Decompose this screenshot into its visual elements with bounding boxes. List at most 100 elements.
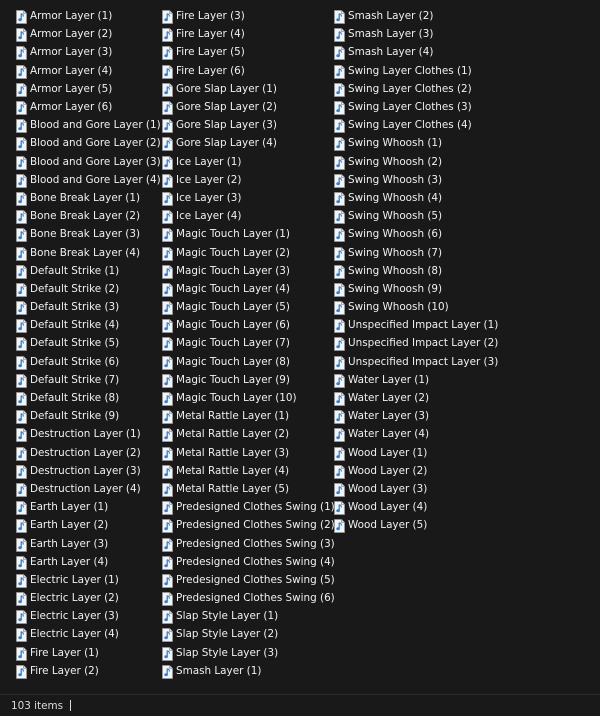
file-item[interactable]: Magic Touch Layer (5)	[162, 298, 335, 316]
file-item[interactable]: Metal Rattle Layer (5)	[162, 480, 335, 498]
file-list-view[interactable]: Armor Layer (1) Armor Layer (2) Armor Laye…	[0, 0, 600, 694]
file-item[interactable]: Default Strike (7)	[16, 371, 161, 389]
file-item[interactable]: Smash Layer (2)	[334, 7, 498, 25]
file-item[interactable]: Swing Whoosh (2)	[334, 153, 498, 171]
file-item[interactable]: Fire Layer (6)	[162, 62, 335, 80]
file-item[interactable]: Default Strike (9)	[16, 407, 161, 425]
file-item[interactable]: Ice Layer (3)	[162, 189, 335, 207]
file-item[interactable]: Predesigned Clothes Swing (2)	[162, 516, 335, 534]
file-item[interactable]: Destruction Layer (3)	[16, 462, 161, 480]
file-item[interactable]: Water Layer (2)	[334, 389, 498, 407]
file-item[interactable]: Magic Touch Layer (10)	[162, 389, 335, 407]
file-item[interactable]: Destruction Layer (2)	[16, 444, 161, 462]
file-item[interactable]: Swing Whoosh (9)	[334, 280, 498, 298]
file-item[interactable]: Magic Touch Layer (4)	[162, 280, 335, 298]
file-item[interactable]: Electric Layer (4)	[16, 625, 161, 643]
file-item[interactable]: Metal Rattle Layer (1)	[162, 407, 335, 425]
file-item[interactable]: Slap Style Layer (2)	[162, 625, 335, 643]
file-item[interactable]: Magic Touch Layer (3)	[162, 262, 335, 280]
file-item[interactable]: Gore Slap Layer (4)	[162, 134, 335, 152]
file-item[interactable]: Water Layer (1)	[334, 371, 498, 389]
file-item[interactable]: Magic Touch Layer (7)	[162, 334, 335, 352]
file-item[interactable]: Gore Slap Layer (3)	[162, 116, 335, 134]
file-item[interactable]: Smash Layer (1)	[162, 662, 335, 680]
file-item[interactable]: Default Strike (1)	[16, 262, 161, 280]
file-item[interactable]: Default Strike (6)	[16, 353, 161, 371]
file-item[interactable]: Destruction Layer (1)	[16, 425, 161, 443]
file-item[interactable]: Fire Layer (1)	[16, 644, 161, 662]
file-item[interactable]: Smash Layer (4)	[334, 43, 498, 61]
file-item[interactable]: Electric Layer (2)	[16, 589, 161, 607]
file-item[interactable]: Smash Layer (3)	[334, 25, 498, 43]
file-item[interactable]: Unspecified Impact Layer (1)	[334, 316, 498, 334]
file-item[interactable]: Water Layer (4)	[334, 425, 498, 443]
file-item[interactable]: Magic Touch Layer (2)	[162, 243, 335, 261]
file-item[interactable]: Bone Break Layer (4)	[16, 243, 161, 261]
file-item[interactable]: Swing Layer Clothes (3)	[334, 98, 498, 116]
file-item[interactable]: Swing Whoosh (5)	[334, 207, 498, 225]
file-item[interactable]: Armor Layer (4)	[16, 62, 161, 80]
file-item[interactable]: Bone Break Layer (3)	[16, 225, 161, 243]
file-item[interactable]: Armor Layer (1)	[16, 7, 161, 25]
file-item[interactable]: Metal Rattle Layer (4)	[162, 462, 335, 480]
file-item[interactable]: Fire Layer (2)	[16, 662, 161, 680]
file-item[interactable]: Slap Style Layer (3)	[162, 644, 335, 662]
file-item[interactable]: Metal Rattle Layer (2)	[162, 425, 335, 443]
file-item[interactable]: Predesigned Clothes Swing (6)	[162, 589, 335, 607]
file-item[interactable]: Wood Layer (5)	[334, 516, 498, 534]
file-item[interactable]: Predesigned Clothes Swing (4)	[162, 553, 335, 571]
file-item[interactable]: Bone Break Layer (2)	[16, 207, 161, 225]
file-item[interactable]: Default Strike (5)	[16, 334, 161, 352]
file-item[interactable]: Ice Layer (4)	[162, 207, 335, 225]
file-item[interactable]: Blood and Gore Layer (3)	[16, 153, 161, 171]
file-item[interactable]: Gore Slap Layer (2)	[162, 98, 335, 116]
file-item[interactable]: Ice Layer (2)	[162, 171, 335, 189]
file-item[interactable]: Destruction Layer (4)	[16, 480, 161, 498]
file-item[interactable]: Swing Whoosh (6)	[334, 225, 498, 243]
file-item[interactable]: Blood and Gore Layer (2)	[16, 134, 161, 152]
file-item[interactable]: Swing Whoosh (4)	[334, 189, 498, 207]
file-item[interactable]: Swing Layer Clothes (1)	[334, 62, 498, 80]
file-item[interactable]: Unspecified Impact Layer (2)	[334, 334, 498, 352]
file-item[interactable]: Armor Layer (5)	[16, 80, 161, 98]
file-item[interactable]: Default Strike (4)	[16, 316, 161, 334]
file-item[interactable]: Swing Whoosh (3)	[334, 171, 498, 189]
file-item[interactable]: Swing Whoosh (10)	[334, 298, 498, 316]
file-item[interactable]: Blood and Gore Layer (1)	[16, 116, 161, 134]
file-item[interactable]: Armor Layer (3)	[16, 43, 161, 61]
file-item[interactable]: Earth Layer (2)	[16, 516, 161, 534]
file-item[interactable]: Electric Layer (1)	[16, 571, 161, 589]
file-item[interactable]: Fire Layer (5)	[162, 43, 335, 61]
file-item[interactable]: Electric Layer (3)	[16, 607, 161, 625]
file-item[interactable]: Magic Touch Layer (9)	[162, 371, 335, 389]
file-item[interactable]: Default Strike (8)	[16, 389, 161, 407]
file-item[interactable]: Earth Layer (4)	[16, 553, 161, 571]
file-item[interactable]: Magic Touch Layer (6)	[162, 316, 335, 334]
file-item[interactable]: Blood and Gore Layer (4)	[16, 171, 161, 189]
file-item[interactable]: Fire Layer (4)	[162, 25, 335, 43]
file-item[interactable]: Earth Layer (1)	[16, 498, 161, 516]
file-item[interactable]: Earth Layer (3)	[16, 534, 161, 552]
file-item[interactable]: Wood Layer (4)	[334, 498, 498, 516]
file-item[interactable]: Slap Style Layer (1)	[162, 607, 335, 625]
file-item[interactable]: Wood Layer (1)	[334, 444, 498, 462]
file-item[interactable]: Swing Whoosh (8)	[334, 262, 498, 280]
file-item[interactable]: Fire Layer (3)	[162, 7, 335, 25]
file-item[interactable]: Predesigned Clothes Swing (5)	[162, 571, 335, 589]
file-item[interactable]: Swing Layer Clothes (4)	[334, 116, 498, 134]
file-item[interactable]: Bone Break Layer (1)	[16, 189, 161, 207]
file-item[interactable]: Water Layer (3)	[334, 407, 498, 425]
file-item[interactable]: Ice Layer (1)	[162, 153, 335, 171]
file-item[interactable]: Predesigned Clothes Swing (3)	[162, 534, 335, 552]
file-item[interactable]: Swing Whoosh (7)	[334, 243, 498, 261]
file-item[interactable]: Magic Touch Layer (1)	[162, 225, 335, 243]
file-item[interactable]: Default Strike (2)	[16, 280, 161, 298]
file-item[interactable]: Swing Whoosh (1)	[334, 134, 498, 152]
file-item[interactable]: Predesigned Clothes Swing (1)	[162, 498, 335, 516]
file-item[interactable]: Unspecified Impact Layer (3)	[334, 353, 498, 371]
file-item[interactable]: Armor Layer (6)	[16, 98, 161, 116]
file-item[interactable]: Metal Rattle Layer (3)	[162, 444, 335, 462]
file-item[interactable]: Wood Layer (2)	[334, 462, 498, 480]
file-item[interactable]: Swing Layer Clothes (2)	[334, 80, 498, 98]
file-item[interactable]: Wood Layer (3)	[334, 480, 498, 498]
